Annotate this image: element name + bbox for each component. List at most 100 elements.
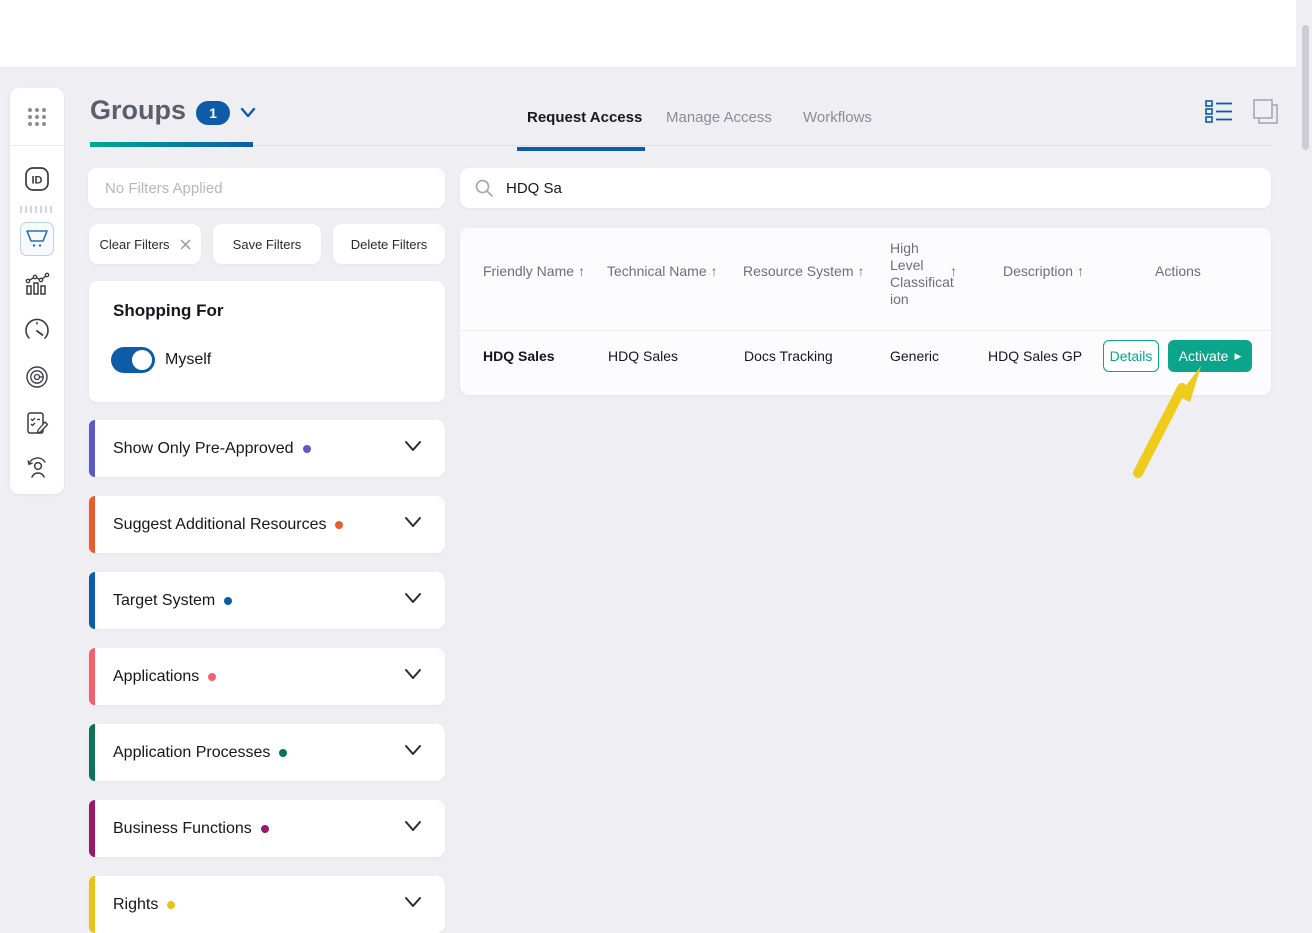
chevron-down-icon: [403, 896, 423, 908]
cell-description: HDQ Sales GP: [988, 348, 1082, 364]
status-dot: [261, 825, 269, 833]
sidebar-item-analytics[interactable]: [20, 268, 54, 302]
accordion-label: Target System: [113, 592, 215, 610]
accordion-label: Applications: [113, 668, 199, 686]
search-bar[interactable]: [460, 168, 1271, 208]
sidebar-item-shop[interactable]: [20, 222, 54, 256]
accent-bar: [89, 876, 95, 933]
column-header-actions: Actions: [1155, 263, 1201, 279]
active-tab-indicator: [517, 147, 645, 151]
tab-workflows[interactable]: Workflows: [803, 109, 872, 126]
page-scrollbar[interactable]: [1302, 25, 1309, 150]
delegation-icon: [24, 456, 50, 482]
column-header-technical-name[interactable]: Technical Name↑: [607, 263, 718, 279]
filter-summary-box[interactable]: No Filters Applied: [88, 168, 445, 208]
tab-manage-access[interactable]: Manage Access: [666, 109, 772, 126]
tab-request-access[interactable]: Request Access: [527, 109, 642, 126]
sort-asc-icon[interactable]: ↑: [950, 263, 957, 279]
sidebar-item-delegation[interactable]: [20, 452, 54, 486]
tasks-icon: [24, 410, 50, 436]
dashes-divider: [20, 206, 54, 213]
accordion-label: Rights: [113, 896, 158, 914]
sidebar-item-identity[interactable]: [20, 360, 54, 394]
accent-bar: [89, 572, 95, 629]
list-view-icon[interactable]: [1204, 98, 1234, 124]
filter-accordion-suggest-resources[interactable]: Suggest Additional Resources: [89, 496, 445, 553]
accent-bar: [89, 420, 95, 477]
chevron-down-icon: [403, 592, 423, 604]
title-underline-gradient: [90, 142, 253, 147]
arrow-right-icon: ▶: [1234, 351, 1241, 362]
gauge-icon: [24, 318, 50, 344]
sort-asc-icon: ↑: [578, 263, 585, 279]
activate-button[interactable]: Activate ▶: [1168, 340, 1252, 372]
filter-accordion-applications[interactable]: Applications: [89, 648, 445, 705]
fingerprint-icon: [24, 364, 50, 390]
shopping-cart-icon: [25, 228, 49, 250]
status-dot: [335, 521, 343, 529]
status-dot: [167, 901, 175, 909]
table-header-divider: [460, 330, 1271, 331]
accordion-label: Suggest Additional Resources: [113, 516, 326, 534]
title-chevron-down-icon[interactable]: [238, 106, 258, 120]
status-dot: [224, 597, 232, 605]
page-title: Groups: [90, 95, 186, 126]
chevron-down-icon: [403, 820, 423, 832]
column-header-friendly-name[interactable]: Friendly Name↑: [483, 263, 585, 279]
filter-accordion-target-system[interactable]: Target System: [89, 572, 445, 629]
close-icon: [180, 239, 191, 250]
search-input[interactable]: [506, 180, 1106, 197]
clear-filters-button[interactable]: Clear Filters: [89, 224, 201, 264]
app-header: [0, 0, 1296, 68]
search-icon: [474, 178, 494, 198]
filter-accordion-business-functions[interactable]: Business Functions: [89, 800, 445, 857]
filter-accordion-application-processes[interactable]: Application Processes: [89, 724, 445, 781]
column-header-resource-system[interactable]: Resource System↑: [743, 263, 864, 279]
apps-grid-icon[interactable]: [20, 100, 54, 134]
filter-accordion-pre-approved[interactable]: Show Only Pre-Approved: [89, 420, 445, 477]
shopping-for-panel: Shopping For Myself: [89, 281, 445, 402]
column-header-classification[interactable]: High Level Classification: [890, 240, 954, 308]
activate-label: Activate: [1179, 348, 1229, 364]
shopping-for-title: Shopping For: [113, 301, 223, 321]
chevron-down-icon: [403, 668, 423, 680]
details-button[interactable]: Details: [1103, 340, 1159, 372]
analytics-icon: [24, 272, 50, 298]
section-divider-line: [253, 145, 1271, 146]
sort-asc-icon: ↑: [857, 263, 864, 279]
icon-rail: ID: [10, 88, 64, 494]
clear-filters-label: Clear Filters: [99, 237, 169, 252]
rail-divider: [10, 145, 64, 146]
id-badge-icon[interactable]: ID: [20, 162, 54, 196]
sidebar-item-dashboard[interactable]: [20, 314, 54, 348]
accordion-label: Business Functions: [113, 820, 252, 838]
accordion-label: Application Processes: [113, 744, 270, 762]
cell-technical-name: HDQ Sales: [608, 348, 678, 364]
sort-asc-icon: ↑: [1077, 263, 1084, 279]
accent-bar: [89, 496, 95, 553]
accordion-label: Show Only Pre-Approved: [113, 440, 294, 458]
myself-toggle-label: Myself: [165, 351, 211, 369]
delete-filters-button[interactable]: Delete Filters: [333, 224, 445, 264]
count-badge: 1: [196, 101, 230, 125]
card-view-icon[interactable]: [1250, 96, 1280, 126]
status-dot: [279, 749, 287, 757]
status-dot: [303, 445, 311, 453]
cell-resource-system: Docs Tracking: [744, 348, 833, 364]
save-filters-label: Save Filters: [233, 237, 302, 252]
sort-asc-icon: ↑: [711, 263, 718, 279]
status-dot: [208, 673, 216, 681]
column-header-description[interactable]: Description↑: [1003, 263, 1084, 279]
filter-accordion-rights[interactable]: Rights: [89, 876, 445, 933]
chevron-down-icon: [403, 516, 423, 528]
myself-toggle[interactable]: [111, 347, 155, 373]
cell-classification: Generic: [890, 348, 939, 364]
sidebar-item-tasks[interactable]: [20, 406, 54, 440]
toggle-knob: [132, 350, 152, 370]
accent-bar: [89, 724, 95, 781]
save-filters-button[interactable]: Save Filters: [213, 224, 321, 264]
delete-filters-label: Delete Filters: [351, 237, 428, 252]
filter-summary-text: No Filters Applied: [105, 180, 223, 197]
chevron-down-icon: [403, 744, 423, 756]
svg-text:ID: ID: [32, 175, 43, 187]
